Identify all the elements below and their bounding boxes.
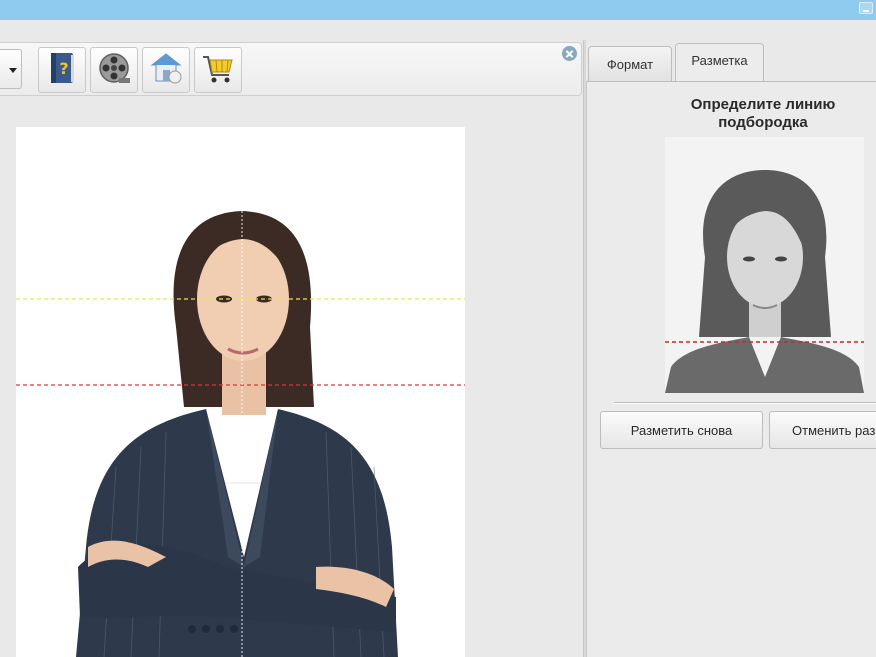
instruction-text: Определите линию подбородка [648, 96, 876, 132]
tab-markup[interactable]: Разметка [675, 43, 764, 82]
window-titlebar [0, 0, 876, 20]
instruction-line-2: подбородка [718, 114, 808, 131]
portrait-photo [16, 127, 465, 657]
side-panel: Формат Разметка Определите линию подборо… [586, 20, 876, 657]
cancel-markup-button[interactable]: Отменить разм [769, 411, 876, 449]
svg-text:?: ? [59, 59, 68, 78]
shopping-cart-icon [201, 51, 235, 90]
film-reel-icon [97, 51, 131, 90]
instruction-line-1: Определите линию [690, 96, 836, 113]
editor-pane: ? [0, 20, 586, 657]
home-icon [149, 51, 183, 90]
divider [614, 402, 876, 404]
chevron-down-icon [9, 68, 17, 73]
help-button[interactable]: ? [38, 47, 86, 93]
toolbar-dropdown-button[interactable] [0, 49, 22, 89]
tab-format[interactable]: Формат [588, 46, 672, 82]
chin-example-image [665, 137, 864, 393]
minimize-icon[interactable] [859, 2, 873, 14]
toolbar: ? [0, 42, 582, 96]
close-icon[interactable] [562, 46, 577, 61]
help-book-icon: ? [47, 51, 77, 90]
photo-canvas[interactable] [16, 127, 465, 657]
home-button[interactable] [142, 47, 190, 93]
remark-again-button[interactable]: Разметить снова [600, 411, 763, 449]
shop-button[interactable] [194, 47, 242, 93]
video-button[interactable] [90, 47, 138, 93]
